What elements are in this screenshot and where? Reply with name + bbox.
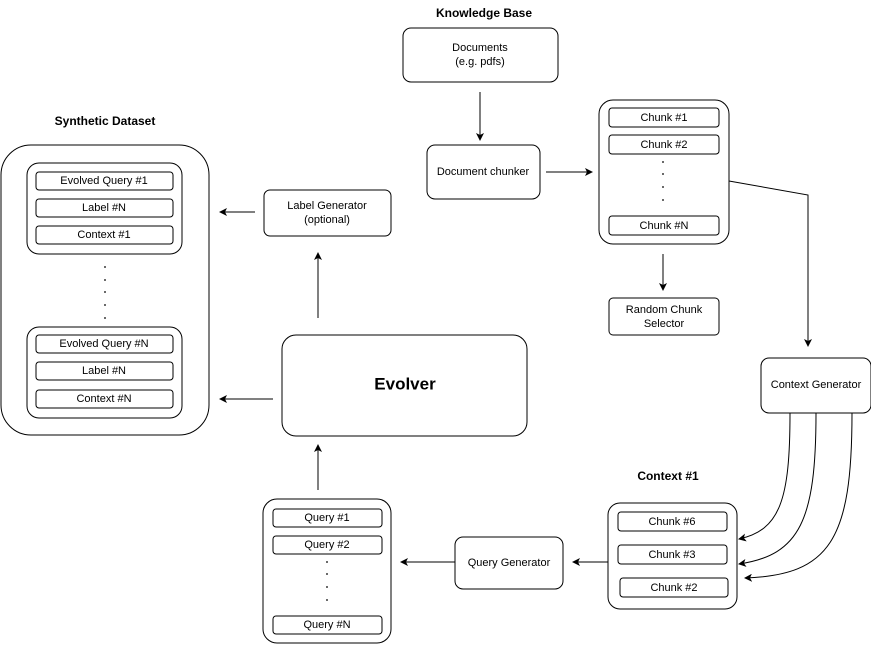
label-label: Label #N <box>82 202 126 214</box>
context-label: Context #1 <box>77 229 130 241</box>
label-label: Label #N <box>82 365 126 377</box>
random-chunk-selector-label: Random Chunk <box>626 304 703 316</box>
context-chunk-label: Chunk #2 <box>650 582 697 594</box>
chunk-label: Chunk #N <box>640 220 689 232</box>
query-label: Query #N <box>303 619 350 631</box>
documents-label: Documents <box>452 42 508 54</box>
documents-sublabel: (e.g. pdfs) <box>455 56 505 68</box>
arrow-chunks-to-context-generator <box>728 180 812 347</box>
document-chunker-label: Document chunker <box>437 166 530 178</box>
random-chunk-selector-label-2: Selector <box>644 318 685 330</box>
arrow-context-generator-to-chunk-3 <box>738 412 817 567</box>
evolved-query-label: Evolved Query #N <box>59 338 148 350</box>
query-generator-label: Query Generator <box>468 557 551 569</box>
knowledge-base-title: Knowledge Base <box>436 6 532 20</box>
arrow-context-generator-to-chunk-6 <box>738 412 791 542</box>
evolver-node: Evolver <box>281 334 528 437</box>
query-generator-node: Query Generator <box>454 536 564 590</box>
evolved-query-label: Evolved Query #1 <box>60 175 147 187</box>
synthetic-dataset-title: Synthetic Dataset <box>55 114 156 128</box>
dataset-record: Evolved Query #N Label #N Context #N <box>26 326 183 419</box>
rag-synthetic-data-diagram: Knowledge Base Documents (e.g. pdfs) Doc… <box>0 6 871 644</box>
arrow-context-generator-to-chunk-2 <box>744 412 853 582</box>
context-chunk-label: Chunk #3 <box>648 549 695 561</box>
dataset-record: Evolved Query #1 Label #N Context #1 <box>26 162 183 255</box>
context-generator-node: Context Generator <box>760 357 871 414</box>
query-label: Query #1 <box>304 512 349 524</box>
random-chunk-selector-node: Random Chunk Selector <box>608 297 720 336</box>
synthetic-dataset-container: Evolved Query #1 Label #N Context #1 Evo… <box>0 144 210 436</box>
document-chunker-node: Document chunker <box>426 144 541 200</box>
query-label: Query #2 <box>304 539 349 551</box>
documents-node: Documents (e.g. pdfs) <box>402 27 559 83</box>
queries-container: Query #1 Query #2 Query #N <box>262 498 392 644</box>
context-generator-label: Context Generator <box>771 379 862 391</box>
context-label: Context #N <box>76 393 131 405</box>
context-chunk-label: Chunk #6 <box>648 516 695 528</box>
chunk-label: Chunk #2 <box>640 139 687 151</box>
context-title: Context #1 <box>637 469 699 483</box>
chunks-container: Chunk #1 Chunk #2 Chunk #N <box>598 99 730 245</box>
evolver-label: Evolver <box>374 374 436 393</box>
context-container: Chunk #6 Chunk #3 Chunk #2 <box>607 502 738 610</box>
label-generator-label: Label Generator <box>287 200 367 212</box>
label-generator-sublabel: (optional) <box>304 214 350 226</box>
label-generator-node: Label Generator (optional) <box>263 189 392 237</box>
chunk-label: Chunk #1 <box>640 112 687 124</box>
